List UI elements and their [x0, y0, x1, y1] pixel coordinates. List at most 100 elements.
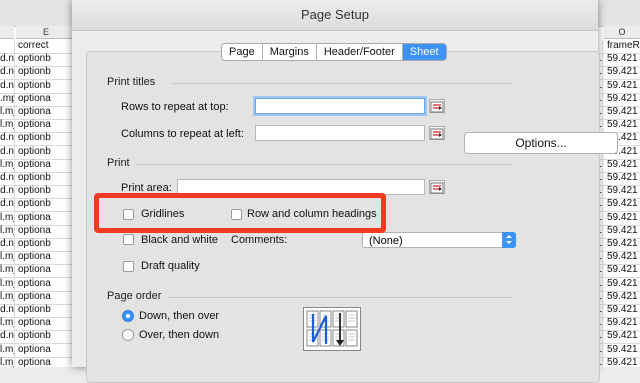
spreadsheet-cell[interactable]: d.n: [0, 303, 15, 317]
spreadsheet-cell[interactable]: 59.421: [604, 118, 640, 132]
spreadsheet-cell[interactable]: 59.421: [604, 105, 640, 119]
spreadsheet-cell[interactable]: optionb: [16, 197, 76, 211]
spreadsheet-cell[interactable]: l.mj: [0, 157, 15, 172]
spreadsheet-cell[interactable]: optiona: [16, 118, 76, 132]
spreadsheet-cell[interactable]: 59.421: [604, 92, 640, 106]
spreadsheet-cell[interactable]: optionb: [16, 171, 76, 185]
spreadsheet-cell[interactable]: d.n: [0, 131, 15, 146]
spreadsheet-cell[interactable]: .mp: [0, 91, 15, 106]
rows-to-repeat-input[interactable]: [255, 98, 425, 114]
spreadsheet-cell[interactable]: 59.421: [604, 52, 640, 66]
spreadsheet-row[interactable]: l.mj optiona: [0, 355, 76, 367]
spreadsheet-cell[interactable]: d.n: [0, 52, 15, 67]
spreadsheet-cell[interactable]: d.n: [0, 144, 15, 159]
spreadsheet-cell[interactable]: 59.421: [604, 184, 640, 198]
collapse-dialog-icon[interactable]: [429, 126, 445, 140]
tab-margins[interactable]: Margins: [263, 44, 317, 60]
spreadsheet-cell[interactable]: d.n: [0, 329, 15, 344]
down-then-over-label: Down, then over: [139, 310, 220, 322]
spreadsheet-cell[interactable]: optionb: [16, 79, 76, 93]
spreadsheet-cell[interactable]: optiona: [16, 158, 76, 172]
spreadsheet-cell[interactable]: optiona: [16, 211, 76, 225]
spreadsheet-cell[interactable]: l.mj: [0, 355, 15, 367]
spreadsheet-cell[interactable]: optionb: [16, 303, 76, 317]
options-button[interactable]: Options...: [464, 132, 618, 154]
spreadsheet-cell[interactable]: 59.421: [604, 237, 640, 251]
over-then-down-radio[interactable]: [122, 329, 134, 341]
spreadsheet-cell[interactable]: optiona: [16, 250, 76, 264]
spreadsheet-cell[interactable]: 59.421: [604, 158, 640, 172]
spreadsheet-cell[interactable]: l.mj: [0, 316, 15, 331]
dialog-title: Page Setup: [72, 0, 598, 31]
spreadsheet-cell[interactable]: 59.421: [604, 277, 640, 291]
spreadsheet-cell[interactable]: 59.421: [604, 224, 640, 238]
spreadsheet-cell[interactable]: optiona: [16, 316, 76, 330]
collapse-dialog-icon[interactable]: [429, 99, 445, 113]
spreadsheet-cell[interactable]: d.n: [0, 78, 15, 93]
spreadsheet-row[interactable]: 159.421: [596, 355, 640, 367]
draft-quality-checkbox[interactable]: [123, 261, 134, 272]
columns-to-repeat-input[interactable]: [255, 125, 425, 141]
spreadsheet-cell[interactable]: optionb: [16, 237, 76, 251]
spreadsheet-cell[interactable]: 59.421: [604, 65, 640, 79]
page-order-heading: Page order: [107, 290, 162, 302]
spreadsheet-cell[interactable]: 59.421: [604, 329, 640, 343]
tab-header-footer[interactable]: Header/Footer: [317, 44, 403, 60]
spreadsheet-cell[interactable]: d.n: [0, 237, 15, 251]
spreadsheet-cell[interactable]: frameRa: [604, 39, 640, 53]
spreadsheet-cell[interactable]: optionb: [16, 145, 76, 159]
spreadsheet-cell[interactable]: l.mj: [0, 118, 15, 133]
spreadsheet-cell[interactable]: optiona: [16, 92, 76, 106]
spreadsheet-cell[interactable]: [0, 39, 15, 53]
spreadsheet-cell[interactable]: optionb: [16, 329, 76, 343]
spreadsheet-right: O frameRa159.421159.421159.421159.421159…: [596, 0, 640, 367]
spreadsheet-cell[interactable]: d.n: [0, 184, 15, 199]
print-heading: Print: [107, 157, 130, 169]
column-header-e[interactable]: E: [16, 26, 76, 39]
spreadsheet-cell[interactable]: 59.421: [604, 250, 640, 264]
spreadsheet-cell[interactable]: optionb: [16, 184, 76, 198]
spreadsheet-cell[interactable]: 59.421: [604, 197, 640, 211]
spreadsheet-cell[interactable]: d.n: [0, 171, 15, 185]
select-stepper-icon[interactable]: [502, 232, 516, 248]
spreadsheet-cell[interactable]: optiona: [16, 105, 76, 119]
spreadsheet-cell[interactable]: l.mj: [0, 276, 15, 291]
spreadsheet-cell[interactable]: optiona: [16, 224, 76, 238]
spreadsheet-cell[interactable]: optiona: [16, 343, 76, 357]
spreadsheet-cell[interactable]: l.mj: [0, 210, 15, 225]
column-header-d[interactable]: [0, 26, 14, 39]
spreadsheet-cell[interactable]: 59.421: [604, 79, 640, 93]
spreadsheet-cell[interactable]: 59.421: [604, 211, 640, 225]
spreadsheet-cell[interactable]: l.mj: [0, 250, 15, 265]
comments-select[interactable]: (None): [362, 232, 516, 248]
spreadsheet-cell[interactable]: 59.421: [604, 171, 640, 185]
spreadsheet-cell[interactable]: 59.421: [604, 343, 640, 357]
down-then-over-radio[interactable]: [122, 310, 134, 322]
spreadsheet-cell[interactable]: optiona: [16, 277, 76, 291]
spreadsheet-cell[interactable]: d.n: [0, 197, 15, 212]
spreadsheet-cell[interactable]: l.mj: [0, 289, 15, 304]
spreadsheet-cell[interactable]: 59.421: [604, 356, 640, 367]
tab-sheet[interactable]: Sheet: [402, 44, 446, 60]
spreadsheet-cell[interactable]: l.mj: [0, 223, 15, 238]
spreadsheet-cell[interactable]: correct: [16, 39, 76, 53]
spreadsheet-cell[interactable]: optiona: [16, 263, 76, 277]
spreadsheet-cell[interactable]: 59.421: [604, 316, 640, 330]
column-header-o[interactable]: O: [604, 26, 640, 39]
spreadsheet-cell[interactable]: optionb: [16, 131, 76, 145]
collapse-dialog-icon[interactable]: [429, 180, 445, 194]
spreadsheet-cell[interactable]: optiona: [16, 290, 76, 304]
spreadsheet-cell[interactable]: l.mj: [0, 342, 15, 357]
tab-page[interactable]: Page: [222, 44, 263, 60]
spreadsheet-cell[interactable]: optionb: [16, 65, 76, 79]
spreadsheet-cell[interactable]: 59.421: [604, 290, 640, 304]
spreadsheet-cell[interactable]: 59.421: [604, 263, 640, 277]
spreadsheet-cell[interactable]: l.mj: [0, 263, 15, 278]
spreadsheet-cell[interactable]: optionb: [16, 52, 76, 66]
spreadsheet-cell[interactable]: optiona: [16, 356, 76, 367]
tab-bar: Page Margins Header/Footer Sheet: [221, 43, 447, 61]
spreadsheet-cell[interactable]: l.mj: [0, 105, 15, 119]
spreadsheet-cell[interactable]: d.n: [0, 65, 15, 80]
spreadsheet-cell[interactable]: 59.421: [604, 303, 640, 317]
black-and-white-checkbox[interactable]: [123, 234, 134, 245]
